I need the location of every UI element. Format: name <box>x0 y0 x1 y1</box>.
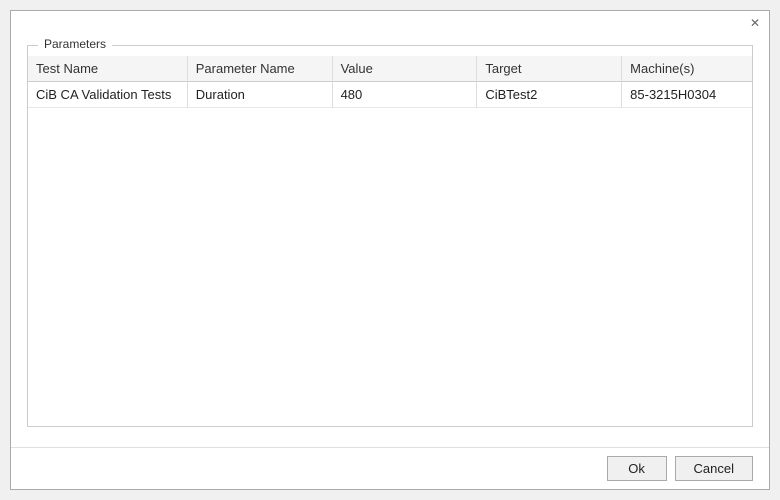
parameters-table: Test Name Parameter Name Value Target Ma… <box>28 56 752 108</box>
table-container: Test Name Parameter Name Value Target Ma… <box>28 56 752 426</box>
dialog: ✕ Parameters Test Name Parameter Name Va… <box>10 10 770 490</box>
table-row[interactable]: CiB CA Validation TestsDuration480CiBTes… <box>28 82 752 108</box>
col-header-test-name: Test Name <box>28 56 187 82</box>
section-legend: Parameters <box>38 37 112 51</box>
cell-value: 480 <box>332 82 477 108</box>
cell-param-name: Duration <box>187 82 332 108</box>
close-button[interactable]: ✕ <box>747 15 763 31</box>
col-header-target: Target <box>477 56 622 82</box>
ok-button[interactable]: Ok <box>607 456 667 481</box>
col-header-machines: Machine(s) <box>622 56 752 82</box>
dialog-content: Parameters Test Name Parameter Name Valu… <box>11 35 769 447</box>
parameters-section: Parameters Test Name Parameter Name Valu… <box>27 45 753 427</box>
title-bar: ✕ <box>11 11 769 35</box>
table-header-row: Test Name Parameter Name Value Target Ma… <box>28 56 752 82</box>
cell-test-name: CiB CA Validation Tests <box>28 82 187 108</box>
cell-target: CiBTest2 <box>477 82 622 108</box>
cancel-button[interactable]: Cancel <box>675 456 753 481</box>
dialog-footer: Ok Cancel <box>11 447 769 489</box>
col-header-value: Value <box>332 56 477 82</box>
col-header-param-name: Parameter Name <box>187 56 332 82</box>
cell-machines: 85-3215H0304 <box>622 82 752 108</box>
